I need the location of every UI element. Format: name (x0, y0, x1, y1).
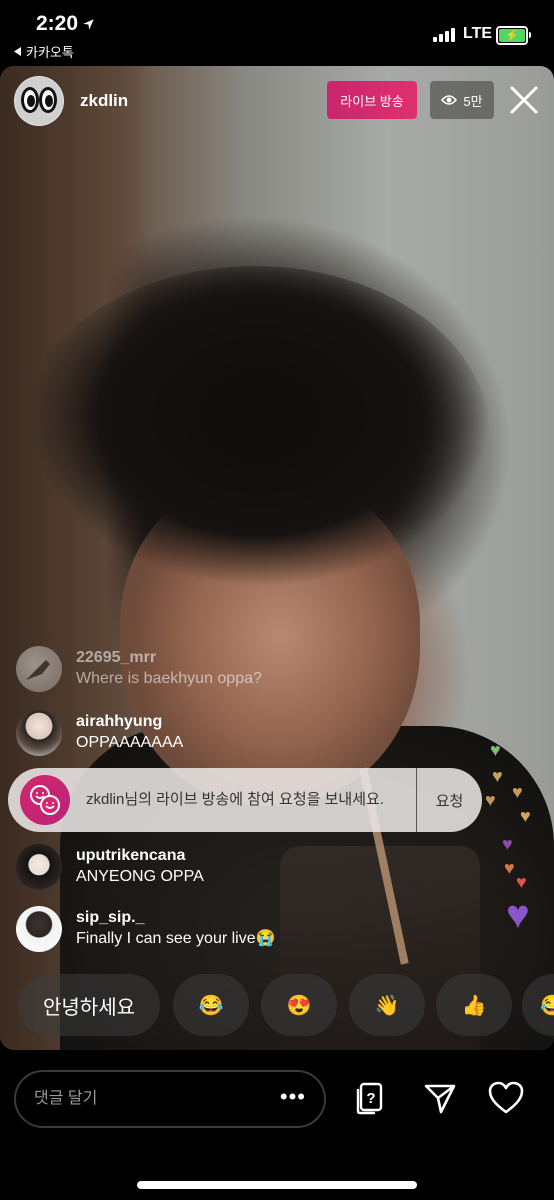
video-hair (20, 266, 490, 606)
battery-icon: ⚡ (496, 26, 531, 45)
comment-text: ANYEONG OPPA (76, 868, 204, 885)
eye-icon (441, 95, 458, 105)
heart-icon: ♥ (502, 834, 513, 854)
heart-icon: ♥ (492, 766, 503, 786)
quick-reply-button[interactable]: 👍 (436, 974, 512, 1036)
more-icon[interactable]: ••• (280, 1086, 306, 1108)
back-triangle-icon (14, 47, 21, 56)
viewer-count: 5만 (463, 93, 483, 109)
comment-composer[interactable]: ••• (14, 1070, 326, 1128)
heart-icon: ♥ (516, 872, 527, 892)
like-button[interactable] (486, 1078, 526, 1118)
live-video (0, 66, 554, 1050)
close-icon (510, 86, 538, 114)
viewer-count-button[interactable]: 5만 (430, 81, 494, 119)
comment-username[interactable]: airahhyung (76, 712, 183, 732)
home-indicator[interactable] (137, 1181, 417, 1189)
signal-icon (433, 28, 455, 42)
heart-icon: ♥ (490, 740, 501, 760)
heart-outline-icon (488, 1081, 524, 1114)
question-cards-icon: ? (356, 1082, 383, 1115)
quick-reply-button[interactable]: 안녕하세요 (18, 974, 160, 1036)
back-app-label: 카카오톡 (26, 45, 74, 60)
svg-text:?: ? (366, 1090, 375, 1107)
comment-item: sip_sip._ Finally I can see your live😭 (16, 906, 276, 952)
host-username[interactable]: zkdlin (80, 91, 128, 111)
live-badge: 라이브 방송 (327, 81, 417, 119)
comment-username[interactable]: 22695_mrr (76, 648, 262, 668)
comment-avatar[interactable] (16, 844, 62, 890)
comment-text: OPPAAAAAAA (76, 734, 184, 751)
status-time: 2:20 (36, 12, 95, 36)
comment-username[interactable]: sip_sip._ (76, 908, 276, 928)
status-bar: 2:20 카카오톡 LTE ⚡ (0, 0, 554, 66)
quick-reply-button[interactable]: 👋 (349, 974, 425, 1036)
location-arrow-icon (83, 18, 94, 30)
comment-item: 22695_mrr Where is baekhyun oppa? (16, 646, 262, 692)
heart-icon: ♥ (504, 858, 515, 878)
comment-input[interactable] (32, 1089, 266, 1109)
status-time-text: 2:20 (36, 12, 79, 35)
quick-reply-button[interactable]: 😍 (261, 974, 337, 1036)
question-button[interactable]: ? (350, 1078, 390, 1118)
comment-avatar[interactable] (16, 646, 62, 692)
join-request-icon (20, 775, 70, 825)
join-request-button[interactable]: 요청 (417, 790, 482, 811)
network-label: LTE (463, 25, 493, 42)
join-request-banner: zkdlin님의 라이브 방송에 참여 요청을 보내세요. 요청 (8, 768, 482, 832)
avatar-eye-right (39, 87, 57, 113)
comment-avatar[interactable] (16, 710, 62, 756)
comment-item: airahhyung OPPAAAAAAA (16, 710, 183, 756)
heart-icon: ♥ (506, 893, 530, 937)
avatar-eye-left (21, 87, 39, 113)
quick-reply-button[interactable]: 😂 (173, 974, 249, 1036)
back-to-app-link[interactable]: 카카오톡 (14, 42, 74, 61)
floating-hearts: ♥ ♥ ♥ ♥ ♥ ♥ ♥ ♥ ♥ (480, 735, 554, 935)
comment-avatar[interactable] (16, 906, 62, 952)
heart-icon: ♥ (485, 790, 496, 810)
heart-icon: ♥ (512, 782, 523, 802)
comment-text: Where is baekhyun oppa? (76, 670, 262, 687)
comment-text: Finally I can see your live😭 (76, 930, 276, 947)
heart-icon: ♥ (520, 806, 531, 826)
send-icon (424, 1084, 456, 1114)
comment-item: uputrikencana ANYEONG OPPA (16, 844, 204, 890)
close-button[interactable] (506, 82, 542, 118)
join-request-text: zkdlin님의 라이브 방송에 참여 요청을 보내세요. (86, 791, 384, 808)
host-avatar[interactable] (14, 76, 64, 126)
comment-username[interactable]: uputrikencana (76, 846, 204, 866)
share-button[interactable] (420, 1078, 460, 1118)
